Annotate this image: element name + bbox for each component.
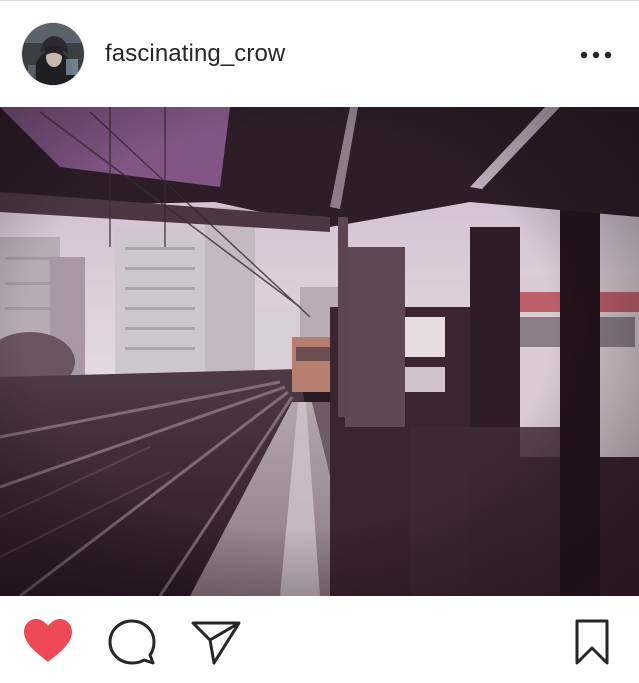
save-button[interactable] (569, 618, 615, 666)
paper-plane-icon (191, 621, 241, 665)
comment-button[interactable] (106, 618, 158, 666)
share-button[interactable] (190, 618, 242, 666)
train-platform-photo (0, 107, 639, 596)
username[interactable]: fascinating_crow (105, 39, 285, 69)
heart-filled-icon (24, 619, 72, 662)
post-photo[interactable] (0, 107, 639, 596)
avatar-image (22, 23, 84, 85)
bookmark-icon (575, 619, 609, 665)
post-header: fascinating_crow (0, 1, 639, 107)
ellipsis-horizontal-icon (580, 51, 612, 59)
like-button[interactable] (22, 618, 74, 666)
post-action-bar (0, 596, 639, 683)
avatar[interactable] (22, 23, 84, 85)
more-options-button[interactable] (576, 41, 616, 69)
speech-bubble-icon (108, 619, 156, 665)
